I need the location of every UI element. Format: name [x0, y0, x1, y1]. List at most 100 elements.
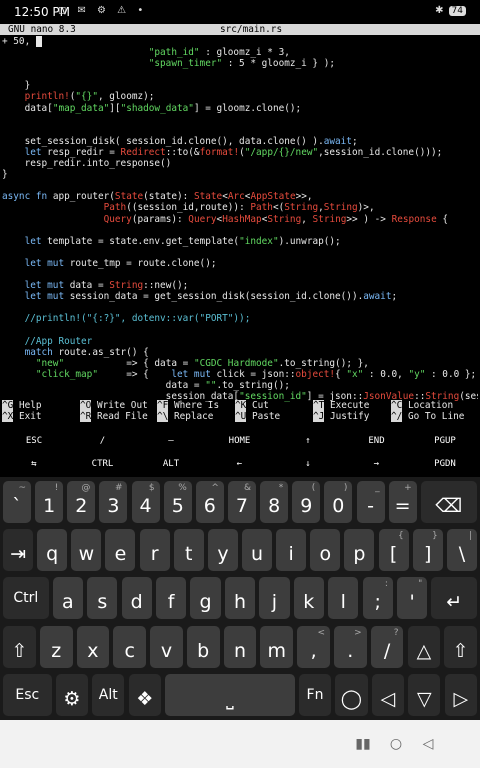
key-w[interactable]: w: [71, 529, 102, 571]
key-symbol[interactable]: ' ": [396, 577, 428, 619]
key-symbol[interactable]: /?: [370, 626, 404, 668]
extra-key[interactable]: PGDN: [411, 453, 479, 476]
extra-key[interactable]: ↓: [274, 453, 342, 476]
key-0[interactable]: 0): [324, 481, 353, 523]
back-icon[interactable]: ◁: [420, 736, 436, 752]
extra-key[interactable]: /: [69, 430, 137, 453]
key-f[interactable]: f: [155, 577, 187, 619]
key-symbol[interactable]: ❖: [128, 674, 161, 716]
key-symbol[interactable]: ◁: [371, 674, 405, 716]
key-symbol[interactable]: ⇥: [3, 529, 34, 571]
key-8[interactable]: 8 *: [260, 481, 289, 523]
key-6[interactable]: 6 ^: [195, 481, 224, 523]
key-b[interactable]: b: [186, 626, 220, 668]
key-symbol[interactable]: [{: [378, 529, 409, 571]
key-symbol[interactable]: ]}: [412, 529, 443, 571]
key-symbol[interactable]: - _: [356, 481, 385, 523]
extra-key[interactable]: ALT: [137, 453, 205, 476]
extra-key[interactable]: ESC: [0, 430, 68, 453]
key-g[interactable]: g: [190, 577, 221, 619]
key-s[interactable]: s: [87, 577, 118, 619]
key-d[interactable]: d: [121, 577, 152, 619]
key-i[interactable]: i: [276, 529, 307, 571]
key-o[interactable]: o: [310, 529, 341, 571]
key-symbol[interactable]: ▽: [408, 674, 441, 716]
extra-key[interactable]: ←: [206, 453, 274, 476]
key-n[interactable]: n: [223, 626, 257, 668]
key-symbol[interactable]: ▷: [444, 674, 477, 716]
code-token: (state):: [143, 191, 194, 203]
key-symbol[interactable]: \ |: [446, 529, 477, 571]
nano-editor[interactable]: GNU nano 8.3 src/main.rs + 50, "path_id"…: [0, 24, 480, 424]
key-symbol[interactable]: ⚙: [55, 674, 89, 716]
shortcut-help[interactable]: ^G Help: [2, 400, 42, 411]
key-c[interactable]: c: [113, 626, 147, 668]
shortcut-justify[interactable]: ^J Justify: [313, 411, 369, 422]
key-symbol[interactable]: ⎵: [165, 674, 295, 716]
key-k[interactable]: k: [293, 577, 324, 619]
key-symbol[interactable]: Fn: [298, 674, 332, 716]
key-7[interactable]: 7 &: [227, 481, 256, 523]
key-symbol[interactable]: = +: [388, 481, 417, 523]
key-symbol[interactable]: Esc: [3, 674, 52, 716]
key-symbol[interactable]: ` ~: [3, 481, 32, 523]
key-p[interactable]: p: [344, 529, 375, 571]
key-symbol[interactable]: . >: [333, 626, 367, 668]
key-symbol[interactable]: △: [407, 626, 441, 668]
code-area[interactable]: + 50, "path_id" : gloomz_i * 3, "spawn_t…: [2, 36, 478, 402]
key-u[interactable]: u: [242, 529, 273, 571]
key-symbol[interactable]: ⇧: [444, 626, 477, 668]
key-symbol[interactable]: ⇧: [3, 626, 36, 668]
extra-key[interactable]: ⇆: [0, 453, 68, 476]
key-symbol[interactable]: Ctrl: [3, 577, 49, 619]
extra-key[interactable]: ―: [137, 430, 205, 453]
key-r[interactable]: r: [139, 529, 170, 571]
key-x[interactable]: x: [76, 626, 110, 668]
code-token: : 0.0 };: [425, 368, 477, 380]
shortcut-cut[interactable]: ^K Cut: [235, 400, 269, 411]
key-z[interactable]: z: [39, 626, 73, 668]
home-icon[interactable]: ○: [388, 736, 404, 752]
key-symbol[interactable]: ;:: [362, 577, 393, 619]
key-symbol[interactable]: ↵: [431, 577, 477, 619]
key-symbol[interactable]: , <: [297, 626, 330, 668]
key-h[interactable]: h: [224, 577, 256, 619]
shortcut-paste[interactable]: ^U Paste: [235, 411, 280, 422]
key-9[interactable]: 9(: [292, 481, 321, 523]
key-symbol[interactable]: ⌫: [420, 481, 477, 523]
shortcut-exit[interactable]: ^X Exit: [2, 411, 42, 422]
key-e[interactable]: e: [105, 529, 136, 571]
shortcut-location[interactable]: ^C Location: [391, 400, 453, 411]
key-a[interactable]: a: [52, 577, 83, 619]
recents-icon[interactable]: ▮▮: [355, 736, 371, 752]
code-token: => { data =: [64, 357, 194, 369]
key-alt-label: ~: [18, 483, 27, 493]
key-j[interactable]: j: [259, 577, 290, 619]
key-1[interactable]: 1!: [35, 481, 64, 523]
key-2[interactable]: 2 @: [67, 481, 96, 523]
extra-key[interactable]: CTRL: [69, 453, 137, 476]
extra-key[interactable]: END: [343, 430, 411, 453]
shortcut-go-to-line[interactable]: ^/ Go To Line: [391, 411, 464, 422]
extra-key[interactable]: ↑: [274, 430, 342, 453]
key-q[interactable]: q: [37, 529, 68, 571]
shortcut-read-file[interactable]: ^R Read File: [80, 411, 148, 422]
key-t[interactable]: t: [173, 529, 204, 571]
key-4[interactable]: 4 $: [131, 481, 160, 523]
key-l[interactable]: l: [328, 577, 359, 619]
shortcut-key: ^R: [80, 411, 92, 422]
shortcut-write-out[interactable]: ^O Write Out: [80, 400, 148, 411]
key-y[interactable]: y: [207, 529, 238, 571]
extra-key[interactable]: HOME: [206, 430, 274, 453]
key-5[interactable]: 5%: [163, 481, 192, 523]
extra-key[interactable]: →: [343, 453, 411, 476]
key-v[interactable]: v: [150, 626, 183, 668]
key-symbol[interactable]: Alt: [92, 674, 125, 716]
key-symbol[interactable]: ◯: [335, 674, 368, 716]
key-m[interactable]: m: [260, 626, 294, 668]
shortcut-replace[interactable]: ^\ Replace: [157, 411, 213, 422]
shortcut-execute[interactable]: ^T Execute: [313, 400, 369, 411]
shortcut-where-is[interactable]: ^F Where Is: [157, 400, 219, 411]
extra-key[interactable]: PGUP: [411, 430, 479, 453]
key-3[interactable]: 3 #: [99, 481, 128, 523]
